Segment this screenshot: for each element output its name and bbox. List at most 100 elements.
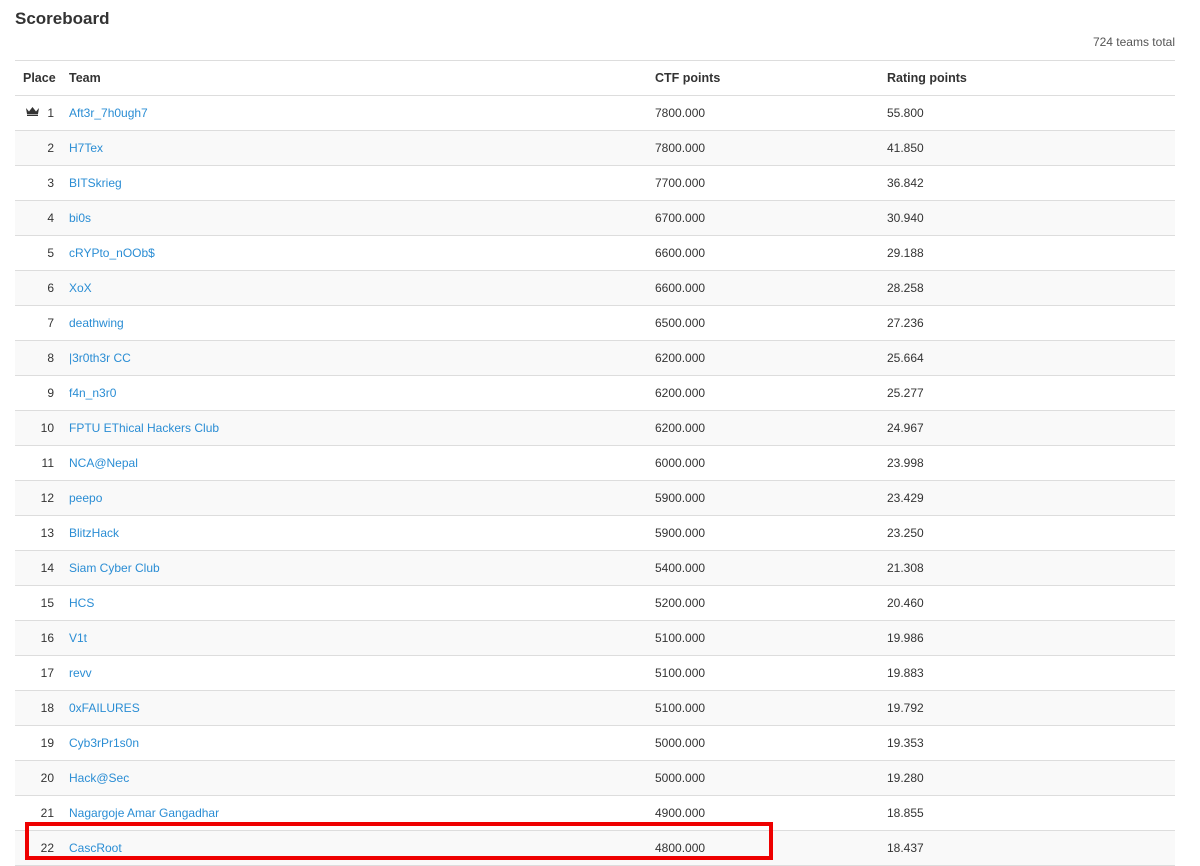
- team-link[interactable]: Cyb3rPr1s0n: [69, 736, 139, 750]
- team-link[interactable]: H7Tex: [69, 141, 103, 155]
- rating-points-cell: 30.940: [887, 200, 1175, 236]
- team-cell: |3r0th3r CC: [69, 340, 655, 376]
- rating-points-cell: 23.250: [887, 515, 1175, 551]
- team-link[interactable]: V1t: [69, 631, 87, 645]
- team-link[interactable]: Siam Cyber Club: [69, 561, 160, 575]
- team-cell: cRYPto_nOOb$: [69, 235, 655, 271]
- team-cell: Hack@Sec: [69, 760, 655, 796]
- place-cell: 19: [15, 725, 69, 761]
- ctf-points-cell: 6200.000: [655, 410, 887, 446]
- team-link[interactable]: cRYPto_nOOb$: [69, 246, 155, 260]
- team-cell: CascRoot: [69, 830, 655, 866]
- team-cell: V1t: [69, 620, 655, 656]
- scoreboard-table: Place Team CTF points Rating points 1 Af…: [15, 60, 1175, 866]
- team-link[interactable]: |3r0th3r CC: [69, 351, 131, 365]
- table-row: 12 peepo 5900.000 23.429: [15, 480, 1175, 516]
- table-row: 11 NCA@Nepal 6000.000 23.998: [15, 445, 1175, 481]
- scoreboard-rows: 1 Aft3r_7h0ugh7 7800.000 55.800 2 H7Tex …: [15, 95, 1175, 866]
- team-link[interactable]: HCS: [69, 596, 94, 610]
- team-cell: H7Tex: [69, 130, 655, 166]
- crown-icon: [26, 105, 40, 119]
- rating-points-cell: 19.986: [887, 620, 1175, 656]
- team-cell: Nagargoje Amar Gangadhar: [69, 795, 655, 831]
- rating-points-cell: 18.855: [887, 795, 1175, 831]
- place-cell: 7: [15, 305, 69, 341]
- place-cell: 11: [15, 445, 69, 481]
- place-cell: 2: [15, 130, 69, 166]
- table-row: 17 revv 5100.000 19.883: [15, 655, 1175, 691]
- ctf-points-cell: 5000.000: [655, 725, 887, 761]
- ctf-points-cell: 4800.000: [655, 830, 887, 866]
- place-cell: 21: [15, 795, 69, 831]
- team-link[interactable]: BITSkrieg: [69, 176, 122, 190]
- page-title: Scoreboard: [15, 9, 110, 28]
- ctf-points-cell: 6600.000: [655, 270, 887, 306]
- teams-total-count: 724 teams total: [1092, 35, 1175, 49]
- table-row-highlighted: 22 CascRoot 4800.000 18.437: [15, 830, 1175, 866]
- place-cell: 15: [15, 585, 69, 621]
- ctf-points-cell: 5100.000: [655, 620, 887, 656]
- column-header-ctf-points[interactable]: CTF points: [655, 60, 887, 96]
- table-header-row: Place Team CTF points Rating points: [15, 60, 1175, 96]
- team-cell: FPTU EThical Hackers Club: [69, 410, 655, 446]
- place-cell: 22: [15, 830, 69, 866]
- place-cell: 3: [15, 165, 69, 201]
- ctf-points-cell: 7800.000: [655, 95, 887, 131]
- table-row: 6 XoX 6600.000 28.258: [15, 270, 1175, 306]
- team-link[interactable]: BlitzHack: [69, 526, 119, 540]
- ctf-points-cell: 5900.000: [655, 515, 887, 551]
- team-cell: NCA@Nepal: [69, 445, 655, 481]
- rating-points-cell: 28.258: [887, 270, 1175, 306]
- table-row: 20 Hack@Sec 5000.000 19.280: [15, 760, 1175, 796]
- column-header-team[interactable]: Team: [69, 60, 655, 96]
- place-cell: 16: [15, 620, 69, 656]
- team-link[interactable]: XoX: [69, 281, 92, 295]
- table-row: 14 Siam Cyber Club 5400.000 21.308: [15, 550, 1175, 586]
- team-link[interactable]: bi0s: [69, 211, 91, 225]
- team-cell: BITSkrieg: [69, 165, 655, 201]
- rating-points-cell: 41.850: [887, 130, 1175, 166]
- rating-points-cell: 27.236: [887, 305, 1175, 341]
- team-cell: XoX: [69, 270, 655, 306]
- place-cell: 12: [15, 480, 69, 516]
- team-cell: bi0s: [69, 200, 655, 236]
- team-link[interactable]: FPTU EThical Hackers Club: [69, 421, 219, 435]
- ctf-points-cell: 4900.000: [655, 795, 887, 831]
- place-cell: 13: [15, 515, 69, 551]
- table-row: 5 cRYPto_nOOb$ 6600.000 29.188: [15, 235, 1175, 271]
- ctf-points-cell: 6500.000: [655, 305, 887, 341]
- team-link[interactable]: peepo: [69, 491, 102, 505]
- team-link[interactable]: f4n_n3r0: [69, 386, 116, 400]
- team-cell: peepo: [69, 480, 655, 516]
- team-link[interactable]: Nagargoje Amar Gangadhar: [69, 806, 219, 820]
- team-link[interactable]: Aft3r_7h0ugh7: [69, 106, 148, 120]
- column-header-rating-points[interactable]: Rating points: [887, 60, 1175, 96]
- team-link[interactable]: revv: [69, 666, 92, 680]
- ctf-points-cell: 5400.000: [655, 550, 887, 586]
- ctf-points-cell: 6600.000: [655, 235, 887, 271]
- table-row: 15 HCS 5200.000 20.460: [15, 585, 1175, 621]
- ctf-points-cell: 5100.000: [655, 690, 887, 726]
- team-link[interactable]: Hack@Sec: [69, 771, 129, 785]
- team-link[interactable]: CascRoot: [69, 841, 122, 855]
- table-row: 9 f4n_n3r0 6200.000 25.277: [15, 375, 1175, 411]
- rating-points-cell: 19.280: [887, 760, 1175, 796]
- ctf-points-cell: 5000.000: [655, 760, 887, 796]
- rating-points-cell: 23.429: [887, 480, 1175, 516]
- table-row: 2 H7Tex 7800.000 41.850: [15, 130, 1175, 166]
- team-link[interactable]: 0xFAILURES: [69, 701, 140, 715]
- table-row: 21 Nagargoje Amar Gangadhar 4900.000 18.…: [15, 795, 1175, 831]
- column-header-place[interactable]: Place: [15, 60, 69, 96]
- team-link[interactable]: NCA@Nepal: [69, 456, 138, 470]
- team-cell: 0xFAILURES: [69, 690, 655, 726]
- place-cell: 9: [15, 375, 69, 411]
- rating-points-cell: 19.883: [887, 655, 1175, 691]
- place-cell: 4: [15, 200, 69, 236]
- ctf-points-cell: 6700.000: [655, 200, 887, 236]
- place-cell: 17: [15, 655, 69, 691]
- team-link[interactable]: deathwing: [69, 316, 124, 330]
- table-row: 8 |3r0th3r CC 6200.000 25.664: [15, 340, 1175, 376]
- ctf-points-cell: 6200.000: [655, 375, 887, 411]
- team-cell: Siam Cyber Club: [69, 550, 655, 586]
- ctf-points-cell: 7700.000: [655, 165, 887, 201]
